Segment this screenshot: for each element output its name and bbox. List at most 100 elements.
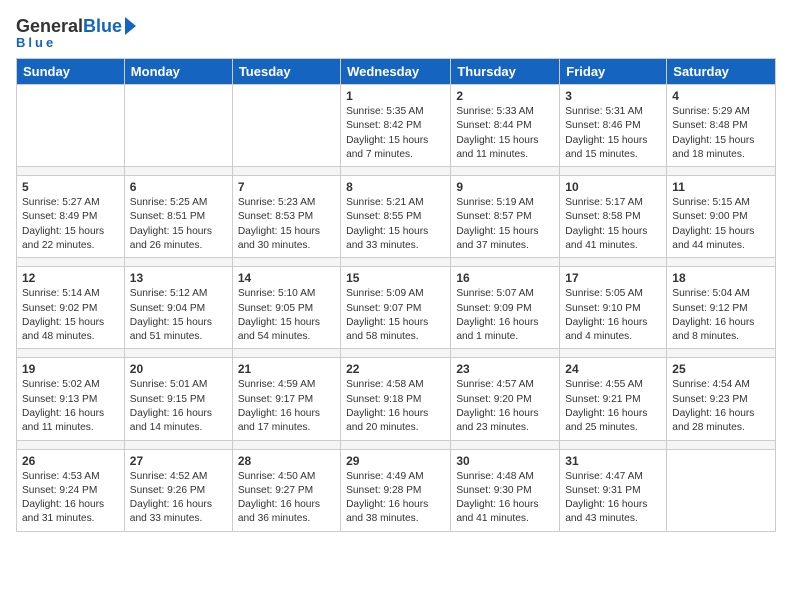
day-number: 15: [346, 271, 445, 285]
day-number: 21: [238, 362, 335, 376]
separator-cell: [17, 258, 125, 267]
day-info: Sunrise: 5:10 AM Sunset: 9:05 PM Dayligh…: [238, 287, 335, 344]
day-info: Sunrise: 5:17 AM Sunset: 8:58 PM Dayligh…: [565, 196, 661, 253]
calendar-cell: 10Sunrise: 5:17 AM Sunset: 8:58 PM Dayli…: [560, 176, 667, 258]
day-info: Sunrise: 4:57 AM Sunset: 9:20 PM Dayligh…: [456, 378, 554, 435]
calendar-cell: 12Sunrise: 5:14 AM Sunset: 9:02 PM Dayli…: [17, 267, 125, 349]
calendar-cell: [17, 85, 125, 167]
day-info: Sunrise: 5:15 AM Sunset: 9:00 PM Dayligh…: [672, 196, 770, 253]
separator-cell: [451, 349, 560, 358]
day-info: Sunrise: 5:23 AM Sunset: 8:53 PM Dayligh…: [238, 196, 335, 253]
separator-cell: [560, 258, 667, 267]
calendar-cell: 25Sunrise: 4:54 AM Sunset: 9:23 PM Dayli…: [667, 358, 776, 440]
calendar-week-3: 12Sunrise: 5:14 AM Sunset: 9:02 PM Dayli…: [17, 267, 776, 349]
day-number: 24: [565, 362, 661, 376]
day-header-friday: Friday: [560, 59, 667, 85]
logo-general-text: General: [16, 16, 83, 37]
calendar-cell: 8 Sunrise: 5:21 AM Sunset: 8:55 PM Daylig…: [341, 176, 451, 258]
day-info: Sunrise: 5:21 AM Sunset: 8:55 PM Dayligh…: [346, 196, 445, 253]
separator-cell: [667, 349, 776, 358]
day-info: Sunrise: 4:53 AM Sunset: 9:24 PM Dayligh…: [22, 470, 119, 527]
day-info: Sunrise: 5:14 AM Sunset: 9:02 PM Dayligh…: [22, 287, 119, 344]
calendar-cell: 5 Sunrise: 5:27 AM Sunset: 8:49 PM Daylig…: [17, 176, 125, 258]
day-header-monday: Monday: [124, 59, 232, 85]
separator-cell: [341, 167, 451, 176]
day-info: Sunrise: 5:25 AM Sunset: 8:51 PM Dayligh…: [130, 196, 227, 253]
calendar-cell: 31Sunrise: 4:47 AM Sunset: 9:31 PM Dayli…: [560, 449, 667, 531]
page-header: General Blue Blue: [16, 16, 776, 50]
separator-cell: [124, 167, 232, 176]
calendar-cell: [124, 85, 232, 167]
calendar-cell: 9Sunrise: 5:19 AM Sunset: 8:57 PM Daylig…: [451, 176, 560, 258]
calendar-cell: 24 Sunrise: 4:55 AM Sunset: 9:21 PM Dayli…: [560, 358, 667, 440]
day-header-sunday: Sunday: [17, 59, 125, 85]
day-info: Sunrise: 5:29 AM Sunset: 8:48 PM Dayligh…: [672, 105, 770, 162]
calendar-cell: 11Sunrise: 5:15 AM Sunset: 9:00 PM Dayli…: [667, 176, 776, 258]
day-info: Sunrise: 5:19 AM Sunset: 8:57 PM Dayligh…: [456, 196, 554, 253]
calendar-cell: 29Sunrise: 4:49 AM Sunset: 9:28 PM Dayli…: [341, 449, 451, 531]
separator-cell: [451, 167, 560, 176]
day-info: Sunrise: 5:12 AM Sunset: 9:04 PM Dayligh…: [130, 287, 227, 344]
separator-cell: [124, 349, 232, 358]
separator-cell: [17, 440, 125, 449]
calendar-cell: 13 Sunrise: 5:12 AM Sunset: 9:04 PM Dayli…: [124, 267, 232, 349]
day-number: 8: [346, 180, 445, 194]
calendar-cell: 3Sunrise: 5:31 AM Sunset: 8:46 PM Daylig…: [560, 85, 667, 167]
day-number: 5: [22, 180, 119, 194]
logo-arrow-icon: [125, 17, 136, 35]
calendar-cell: 23Sunrise: 4:57 AM Sunset: 9:20 PM Dayli…: [451, 358, 560, 440]
day-info: Sunrise: 5:31 AM Sunset: 8:46 PM Dayligh…: [565, 105, 661, 162]
day-number: 30: [456, 454, 554, 468]
calendar-cell: 6Sunrise: 5:25 AM Sunset: 8:51 PM Daylig…: [124, 176, 232, 258]
day-number: 28: [238, 454, 335, 468]
day-number: 27: [130, 454, 227, 468]
separator-cell: [560, 167, 667, 176]
day-number: 22: [346, 362, 445, 376]
calendar-cell: 22Sunrise: 4:58 AM Sunset: 9:18 PM Dayli…: [341, 358, 451, 440]
calendar-cell: [232, 85, 340, 167]
day-number: 20: [130, 362, 227, 376]
calendar-cell: 18Sunrise: 5:04 AM Sunset: 9:12 PM Dayli…: [667, 267, 776, 349]
week-separator: [17, 258, 776, 267]
separator-cell: [17, 167, 125, 176]
calendar-cell: [667, 449, 776, 531]
calendar-cell: 7 Sunrise: 5:23 AM Sunset: 8:53 PM Daylig…: [232, 176, 340, 258]
separator-cell: [451, 440, 560, 449]
day-number: 2: [456, 89, 554, 103]
day-info: Sunrise: 5:07 AM Sunset: 9:09 PM Dayligh…: [456, 287, 554, 344]
calendar-cell: 20Sunrise: 5:01 AM Sunset: 9:15 PM Dayli…: [124, 358, 232, 440]
day-number: 4: [672, 89, 770, 103]
week-separator: [17, 349, 776, 358]
day-number: 25: [672, 362, 770, 376]
separator-cell: [560, 440, 667, 449]
day-number: 19: [22, 362, 119, 376]
day-header-thursday: Thursday: [451, 59, 560, 85]
calendar-week-4: 19Sunrise: 5:02 AM Sunset: 9:13 PM Dayli…: [17, 358, 776, 440]
day-info: Sunrise: 5:35 AM Sunset: 8:42 PM Dayligh…: [346, 105, 445, 162]
separator-cell: [667, 167, 776, 176]
day-info: Sunrise: 4:55 AM Sunset: 9:21 PM Dayligh…: [565, 378, 661, 435]
logo: General Blue Blue: [16, 16, 136, 50]
day-info: Sunrise: 5:27 AM Sunset: 8:49 PM Dayligh…: [22, 196, 119, 253]
day-number: 14: [238, 271, 335, 285]
week-separator: [17, 167, 776, 176]
day-number: 29: [346, 454, 445, 468]
day-info: Sunrise: 5:04 AM Sunset: 9:12 PM Dayligh…: [672, 287, 770, 344]
day-number: 7: [238, 180, 335, 194]
calendar-cell: 14 Sunrise: 5:10 AM Sunset: 9:05 PM Dayli…: [232, 267, 340, 349]
separator-cell: [232, 349, 340, 358]
separator-cell: [667, 440, 776, 449]
calendar-table: SundayMondayTuesdayWednesdayThursdayFrid…: [16, 58, 776, 532]
calendar-cell: 1Sunrise: 5:35 AM Sunset: 8:42 PM Daylig…: [341, 85, 451, 167]
day-number: 13: [130, 271, 227, 285]
separator-cell: [124, 258, 232, 267]
day-info: Sunrise: 4:48 AM Sunset: 9:30 PM Dayligh…: [456, 470, 554, 527]
day-info: Sunrise: 4:52 AM Sunset: 9:26 PM Dayligh…: [130, 470, 227, 527]
calendar-cell: 2Sunrise: 5:33 AM Sunset: 8:44 PM Daylig…: [451, 85, 560, 167]
day-header-wednesday: Wednesday: [341, 59, 451, 85]
calendar-cell: 16Sunrise: 5:07 AM Sunset: 9:09 PM Dayli…: [451, 267, 560, 349]
day-info: Sunrise: 5:05 AM Sunset: 9:10 PM Dayligh…: [565, 287, 661, 344]
separator-cell: [451, 258, 560, 267]
separator-cell: [341, 349, 451, 358]
day-info: Sunrise: 5:09 AM Sunset: 9:07 PM Dayligh…: [346, 287, 445, 344]
